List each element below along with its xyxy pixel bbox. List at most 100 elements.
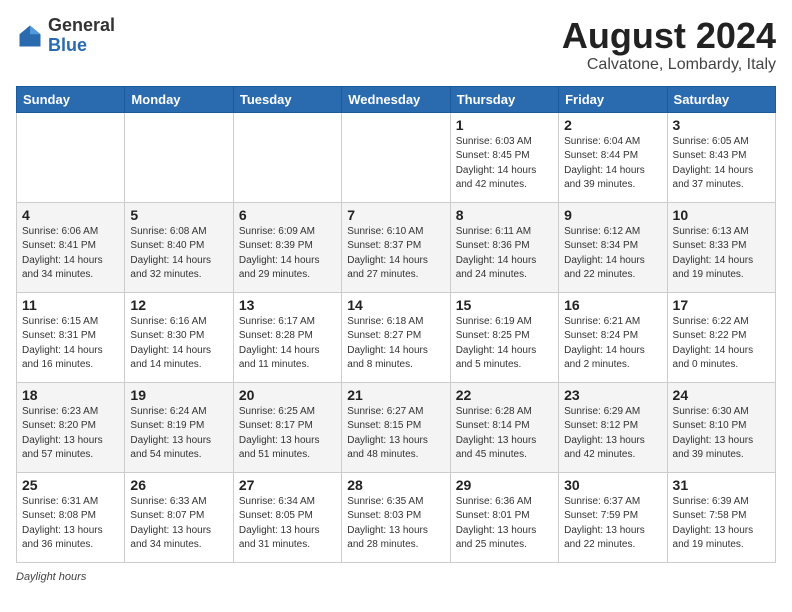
- day-info: Sunrise: 6:13 AM Sunset: 8:33 PM Dayligh…: [673, 225, 770, 283]
- day-info: Sunrise: 6:37 AM Sunset: 7:59 PM Dayligh…: [564, 495, 661, 553]
- day-info: Sunrise: 6:05 AM Sunset: 8:43 PM Dayligh…: [673, 135, 770, 193]
- day-number: 18: [22, 387, 119, 403]
- calendar-week-row: 25 Sunrise: 6:31 AM Sunset: 8:08 PM Dayli…: [17, 472, 776, 562]
- footer: Daylight hours: [16, 571, 776, 583]
- day-number: 6: [239, 207, 336, 223]
- calendar-day-cell: 12Sunrise: 6:16 AM Sunset: 8:30 PM Dayli…: [125, 292, 233, 382]
- day-number: 1: [456, 117, 553, 133]
- day-info: Sunrise: 6:30 AM Sunset: 8:10 PM Dayligh…: [673, 405, 770, 463]
- calendar-day-cell: 23Sunrise: 6:29 AM Sunset: 8:12 PM Dayli…: [559, 382, 667, 472]
- location: Calvatone, Lombardy, Italy: [562, 56, 776, 74]
- day-info: Sunrise: 6:28 AM Sunset: 8:14 PM Dayligh…: [456, 405, 553, 463]
- weekday-header-cell: Friday: [559, 86, 667, 112]
- calendar-day-cell: 18Sunrise: 6:23 AM Sunset: 8:20 PM Dayli…: [17, 382, 125, 472]
- calendar-day-cell: 9 Sunrise: 6:12 AM Sunset: 8:34 PM Daylig…: [559, 202, 667, 292]
- calendar-day-cell: 24 Sunrise: 6:30 AM Sunset: 8:10 PM Dayli…: [667, 382, 775, 472]
- day-number: 28: [347, 477, 444, 493]
- calendar-day-cell: 27 Sunrise: 6:34 AM Sunset: 8:05 PM Dayli…: [233, 472, 341, 562]
- day-number: 29: [456, 477, 553, 493]
- day-info: Sunrise: 6:22 AM Sunset: 8:22 PM Dayligh…: [673, 315, 770, 373]
- day-number: 9: [564, 207, 661, 223]
- day-info: Sunrise: 6:27 AM Sunset: 8:15 PM Dayligh…: [347, 405, 444, 463]
- day-info: Sunrise: 6:04 AM Sunset: 8:44 PM Dayligh…: [564, 135, 661, 193]
- day-number: 3: [673, 117, 770, 133]
- day-info: Sunrise: 6:03 AM Sunset: 8:45 PM Dayligh…: [456, 135, 553, 193]
- day-info: Sunrise: 6:31 AM Sunset: 8:08 PM Dayligh…: [22, 495, 119, 553]
- day-info: Sunrise: 6:39 AM Sunset: 7:58 PM Dayligh…: [673, 495, 770, 553]
- calendar-day-cell: [125, 112, 233, 202]
- day-info: Sunrise: 6:29 AM Sunset: 8:12 PM Dayligh…: [564, 405, 661, 463]
- logo: General Blue: [16, 16, 115, 56]
- calendar-day-cell: 30 Sunrise: 6:37 AM Sunset: 7:59 PM Dayli…: [559, 472, 667, 562]
- title-block: August 2024 Calvatone, Lombardy, Italy: [562, 16, 776, 74]
- calendar-day-cell: 5 Sunrise: 6:08 AM Sunset: 8:40 PM Daylig…: [125, 202, 233, 292]
- calendar-day-cell: [17, 112, 125, 202]
- calendar-day-cell: 26Sunrise: 6:33 AM Sunset: 8:07 PM Dayli…: [125, 472, 233, 562]
- day-number: 22: [456, 387, 553, 403]
- day-number: 27: [239, 477, 336, 493]
- day-info: Sunrise: 6:36 AM Sunset: 8:01 PM Dayligh…: [456, 495, 553, 553]
- day-info: Sunrise: 6:35 AM Sunset: 8:03 PM Dayligh…: [347, 495, 444, 553]
- calendar-table: SundayMondayTuesdayWednesdayThursdayFrid…: [16, 86, 776, 563]
- calendar-day-cell: [342, 112, 450, 202]
- day-number: 21: [347, 387, 444, 403]
- weekday-header-cell: Wednesday: [342, 86, 450, 112]
- calendar-day-cell: 31 Sunrise: 6:39 AM Sunset: 7:58 PM Dayli…: [667, 472, 775, 562]
- day-info: Sunrise: 6:24 AM Sunset: 8:19 PM Dayligh…: [130, 405, 227, 463]
- calendar-day-cell: 19Sunrise: 6:24 AM Sunset: 8:19 PM Dayli…: [125, 382, 233, 472]
- calendar-week-row: 18Sunrise: 6:23 AM Sunset: 8:20 PM Dayli…: [17, 382, 776, 472]
- page-header: General Blue August 2024 Calvatone, Lomb…: [16, 16, 776, 74]
- day-info: Sunrise: 6:09 AM Sunset: 8:39 PM Dayligh…: [239, 225, 336, 283]
- weekday-header-row: SundayMondayTuesdayWednesdayThursdayFrid…: [17, 86, 776, 112]
- day-number: 17: [673, 297, 770, 313]
- weekday-header-cell: Sunday: [17, 86, 125, 112]
- day-info: Sunrise: 6:19 AM Sunset: 8:25 PM Dayligh…: [456, 315, 553, 373]
- day-info: Sunrise: 6:25 AM Sunset: 8:17 PM Dayligh…: [239, 405, 336, 463]
- day-number: 2: [564, 117, 661, 133]
- day-info: Sunrise: 6:18 AM Sunset: 8:27 PM Dayligh…: [347, 315, 444, 373]
- calendar-day-cell: 1 Sunrise: 6:03 AM Sunset: 8:45 PM Daylig…: [450, 112, 558, 202]
- day-number: 5: [130, 207, 227, 223]
- calendar-day-cell: [233, 112, 341, 202]
- day-number: 16: [564, 297, 661, 313]
- day-info: Sunrise: 6:21 AM Sunset: 8:24 PM Dayligh…: [564, 315, 661, 373]
- day-number: 7: [347, 207, 444, 223]
- calendar-day-cell: 28 Sunrise: 6:35 AM Sunset: 8:03 PM Dayli…: [342, 472, 450, 562]
- day-number: 20: [239, 387, 336, 403]
- calendar-header: SundayMondayTuesdayWednesdayThursdayFrid…: [17, 86, 776, 112]
- calendar-day-cell: 11Sunrise: 6:15 AM Sunset: 8:31 PM Dayli…: [17, 292, 125, 382]
- calendar-day-cell: 16 Sunrise: 6:21 AM Sunset: 8:24 PM Dayli…: [559, 292, 667, 382]
- day-number: 12: [130, 297, 227, 313]
- calendar-day-cell: 17 Sunrise: 6:22 AM Sunset: 8:22 PM Dayli…: [667, 292, 775, 382]
- day-number: 14: [347, 297, 444, 313]
- calendar-day-cell: 14 Sunrise: 6:18 AM Sunset: 8:27 PM Dayli…: [342, 292, 450, 382]
- calendar-day-cell: 22 Sunrise: 6:28 AM Sunset: 8:14 PM Dayli…: [450, 382, 558, 472]
- day-info: Sunrise: 6:10 AM Sunset: 8:37 PM Dayligh…: [347, 225, 444, 283]
- day-number: 30: [564, 477, 661, 493]
- calendar-body: 1 Sunrise: 6:03 AM Sunset: 8:45 PM Daylig…: [17, 112, 776, 562]
- daylight-label: Daylight hours: [16, 571, 86, 583]
- day-info: Sunrise: 6:12 AM Sunset: 8:34 PM Dayligh…: [564, 225, 661, 283]
- weekday-header-cell: Saturday: [667, 86, 775, 112]
- day-number: 24: [673, 387, 770, 403]
- calendar-day-cell: 20 Sunrise: 6:25 AM Sunset: 8:17 PM Dayli…: [233, 382, 341, 472]
- day-number: 13: [239, 297, 336, 313]
- day-number: 25: [22, 477, 119, 493]
- calendar-day-cell: 4Sunrise: 6:06 AM Sunset: 8:41 PM Daylig…: [17, 202, 125, 292]
- day-info: Sunrise: 6:17 AM Sunset: 8:28 PM Dayligh…: [239, 315, 336, 373]
- day-info: Sunrise: 6:34 AM Sunset: 8:05 PM Dayligh…: [239, 495, 336, 553]
- calendar-day-cell: 6 Sunrise: 6:09 AM Sunset: 8:39 PM Daylig…: [233, 202, 341, 292]
- calendar-week-row: 1 Sunrise: 6:03 AM Sunset: 8:45 PM Daylig…: [17, 112, 776, 202]
- logo-blue: Blue: [48, 36, 115, 56]
- day-number: 31: [673, 477, 770, 493]
- day-info: Sunrise: 6:08 AM Sunset: 8:40 PM Dayligh…: [130, 225, 227, 283]
- calendar-day-cell: 10 Sunrise: 6:13 AM Sunset: 8:33 PM Dayli…: [667, 202, 775, 292]
- day-info: Sunrise: 6:06 AM Sunset: 8:41 PM Dayligh…: [22, 225, 119, 283]
- calendar-day-cell: 2 Sunrise: 6:04 AM Sunset: 8:44 PM Daylig…: [559, 112, 667, 202]
- weekday-header-cell: Monday: [125, 86, 233, 112]
- logo-icon: [16, 22, 44, 50]
- day-info: Sunrise: 6:11 AM Sunset: 8:36 PM Dayligh…: [456, 225, 553, 283]
- day-number: 10: [673, 207, 770, 223]
- calendar-day-cell: 7 Sunrise: 6:10 AM Sunset: 8:37 PM Daylig…: [342, 202, 450, 292]
- day-info: Sunrise: 6:15 AM Sunset: 8:31 PM Dayligh…: [22, 315, 119, 373]
